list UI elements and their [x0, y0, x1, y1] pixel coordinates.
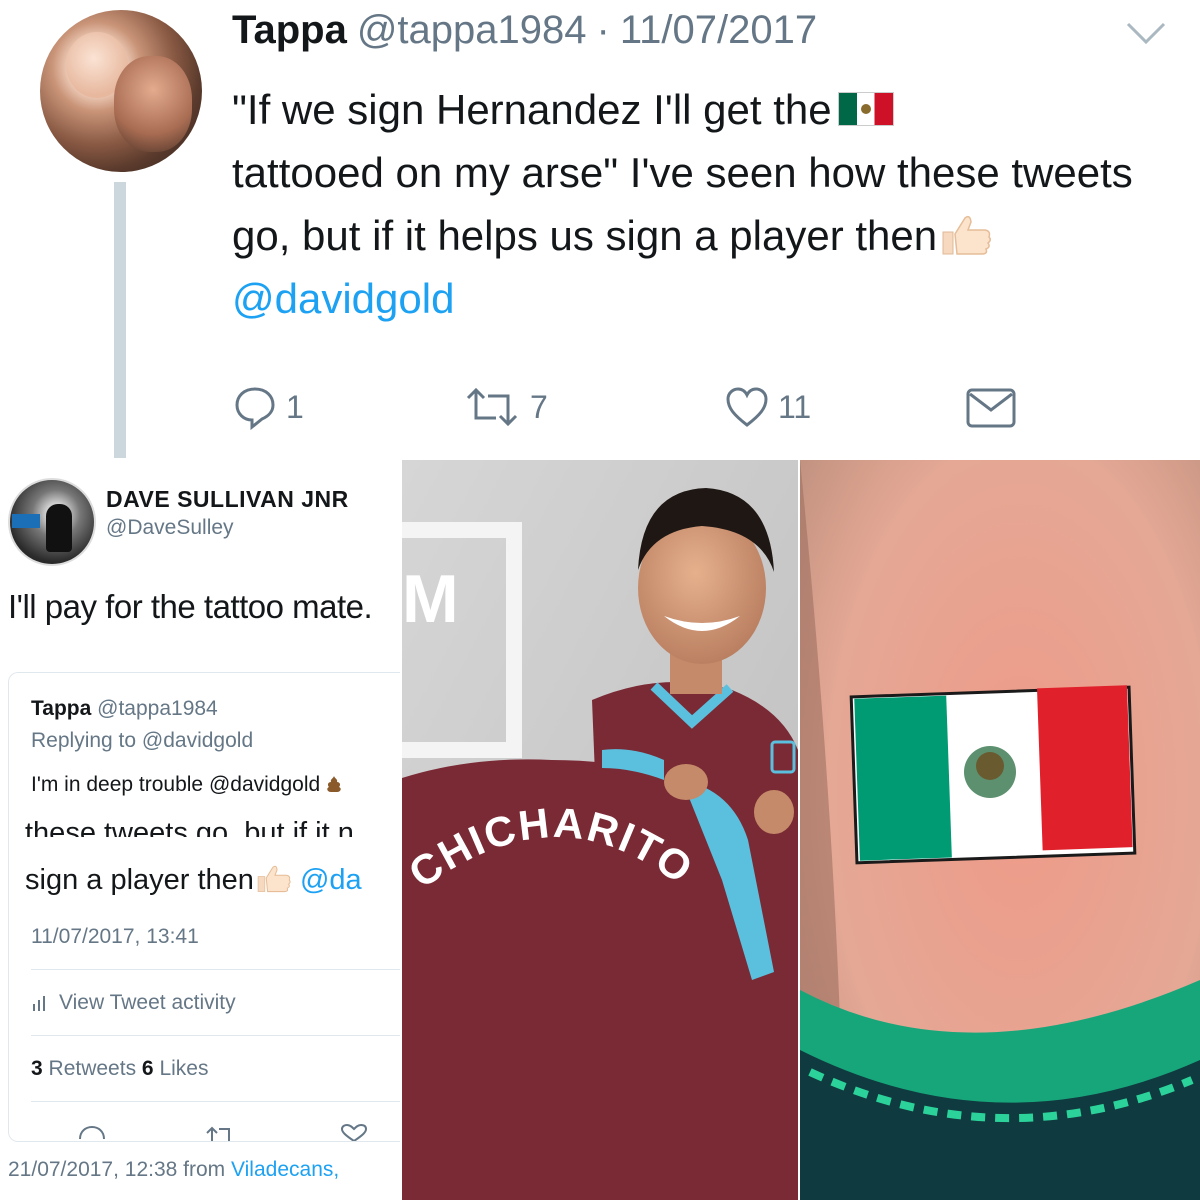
- author-name[interactable]: DAVE SULLIVAN JNR: [106, 486, 349, 513]
- quoted-author-name[interactable]: Tappa: [31, 697, 91, 720]
- tweet-author-row: Tappa @tappa1984 · 11/07/2017: [232, 8, 817, 58]
- thread-line: [114, 182, 126, 458]
- quoted-text-content: I'm in deep trouble @davidgold: [31, 773, 321, 796]
- tattoo-photo-drawing: [800, 460, 1200, 1200]
- direct-message-button[interactable]: [964, 382, 1018, 432]
- envelope-icon: [966, 388, 1016, 428]
- reply-timestamp: 21/07/2017, 12:38 from Viladecans,: [8, 1158, 339, 1182]
- quoted-tweet[interactable]: Tappa @tappa1984 Replying to @davidgold …: [8, 672, 400, 1142]
- tattoo-photo: [800, 460, 1200, 1200]
- mexico-flag-tattoo: [849, 685, 1137, 865]
- poop-emoji-icon: [327, 776, 341, 792]
- quoted-timestamp[interactable]: 11/07/2017, 13:41: [31, 925, 199, 949]
- quoted-line-text: sign a player then: [25, 864, 254, 896]
- reply-icon[interactable]: [77, 1123, 107, 1142]
- reply-icon: [235, 387, 275, 430]
- divider: [31, 1035, 400, 1036]
- author-name[interactable]: Tappa: [232, 8, 347, 53]
- replying-to[interactable]: Replying to @davidgold: [31, 729, 253, 753]
- reply-count: 1: [286, 388, 304, 425]
- thumbs-up-emoji-icon: [257, 865, 291, 893]
- quoted-mention-link[interactable]: @da: [300, 864, 362, 896]
- separator: ·: [596, 8, 610, 52]
- like-count: 11: [778, 388, 812, 425]
- like-label[interactable]: Likes: [159, 1057, 208, 1080]
- avatar-figure: [46, 504, 72, 552]
- avatar-man-face: [114, 56, 192, 152]
- author-handle[interactable]: @DaveSulley: [106, 516, 234, 540]
- player-photo-drawing: M CHICHARITO: [402, 460, 798, 1200]
- quoted-text: I'm in deep trouble @davidgold: [31, 773, 342, 797]
- tweet-date[interactable]: 11/07/2017: [620, 8, 817, 53]
- engagement-stats: 3 Retweets 6 Likes: [31, 1057, 208, 1081]
- divider: [31, 1101, 400, 1102]
- reply-timestamp-text: 21/07/2017, 12:38 from: [8, 1158, 226, 1181]
- bar-chart-icon: [33, 996, 45, 1011]
- quoted-text-line: sign a player then @da: [25, 863, 362, 897]
- mention-link[interactable]: @davidgold: [232, 275, 454, 322]
- player-photo: M CHICHARITO: [402, 460, 798, 1200]
- retweet-count: 7: [530, 388, 548, 425]
- reply-text: I'll pay for the tattoo mate.: [8, 588, 373, 625]
- thumbs-up-emoji-icon: [942, 215, 992, 255]
- mexico-flag-emoji-icon: [837, 92, 894, 126]
- avatar[interactable]: [40, 10, 202, 172]
- tweet-activity-link[interactable]: View Tweet activity: [31, 991, 236, 1015]
- retweet-button[interactable]: 7: [462, 382, 548, 432]
- reply-button[interactable]: 1: [232, 382, 304, 432]
- top-tweet: Tappa @tappa1984 · 11/07/2017 "If we sig…: [0, 0, 1200, 458]
- tweet-text-part1: "If we sign Hernandez I'll get the: [232, 86, 832, 133]
- tweet-text-part2: tattooed on my arse" I've seen how these…: [232, 149, 1133, 259]
- retweet-label[interactable]: Retweets: [49, 1057, 137, 1080]
- chevron-down-icon[interactable]: [1124, 18, 1168, 48]
- reply-screenshot: DAVE SULLIVAN JNR @DaveSulley I'll pay f…: [0, 460, 400, 1200]
- like-button[interactable]: 11: [724, 382, 811, 432]
- heart-icon: [726, 387, 768, 427]
- tweet-activity-label: View Tweet activity: [59, 991, 236, 1014]
- avatar-sponsor-tag: [12, 514, 40, 528]
- tweet-actions: 1 7 11: [232, 382, 1032, 432]
- quoted-author-handle[interactable]: @tappa1984: [97, 697, 218, 720]
- quoted-text-cutoff-line: these tweets go, but if it n: [25, 817, 354, 837]
- like-count: 6: [141, 1057, 154, 1080]
- retweet-icon: [466, 387, 518, 427]
- quoted-actions: [69, 1123, 369, 1142]
- divider: [31, 969, 400, 970]
- location-link[interactable]: Viladecans,: [231, 1158, 339, 1181]
- tweet-body: "If we sign Hernandez I'll get the tatto…: [232, 78, 1182, 330]
- avatar[interactable]: [8, 478, 96, 566]
- wall-letter: M: [402, 561, 459, 637]
- quoted-author-row: Tappa @tappa1984: [31, 697, 218, 721]
- retweet-count: 3: [31, 1057, 43, 1080]
- heart-icon[interactable]: [339, 1123, 369, 1142]
- retweet-icon[interactable]: [203, 1123, 237, 1142]
- author-handle[interactable]: @tappa1984: [357, 8, 587, 53]
